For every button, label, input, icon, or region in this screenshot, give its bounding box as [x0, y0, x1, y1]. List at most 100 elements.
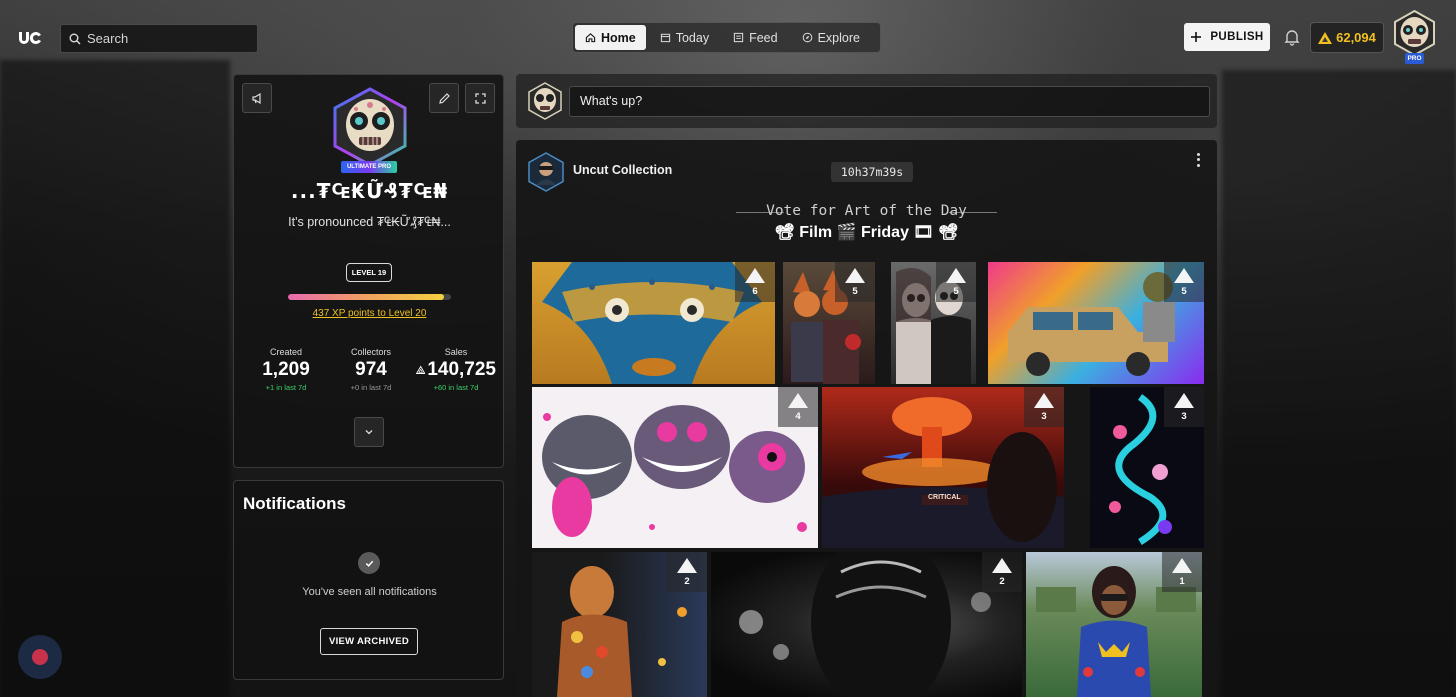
- vote-count: 2: [999, 576, 1005, 587]
- art-tile-8[interactable]: 2: [532, 552, 707, 697]
- upvote-button[interactable]: 3: [1024, 387, 1064, 427]
- calendar-icon: [660, 33, 670, 43]
- vote-count: 5: [953, 286, 959, 297]
- profile-card: ULTIMATE PRO ...₮₠₭Ữ₰₮₠₦ It's pronounced…: [233, 74, 504, 468]
- xp-to-next-level-link[interactable]: 437 XP points to Level 20: [234, 308, 505, 319]
- publish-button[interactable]: PUBLISH: [1184, 23, 1270, 51]
- stat-sales-delta: +60 in last 7d: [433, 383, 479, 392]
- art-tile-9[interactable]: 2: [711, 552, 1022, 697]
- composer-input[interactable]: What's up?: [569, 86, 1210, 117]
- edit-profile-button[interactable]: [429, 83, 459, 113]
- art-tile-7[interactable]: 3: [1090, 387, 1204, 548]
- pencil-icon: [438, 92, 450, 104]
- background-foliage-left: [0, 60, 230, 697]
- stat-created-label: Created: [269, 347, 303, 357]
- upvote-button[interactable]: 4: [778, 387, 818, 427]
- credits-balance[interactable]: 62,094: [1310, 22, 1384, 53]
- profile-bio: It's pronounced ₮₠₭Ữ₰₮₠₦...: [288, 215, 451, 229]
- vote-count: 3: [1041, 411, 1047, 422]
- record-button[interactable]: [18, 635, 62, 679]
- upvote-button[interactable]: 6: [735, 262, 775, 302]
- top-bar: Search Home Today Feed Explore PUBLISH 6…: [0, 0, 1456, 74]
- megaphone-icon: [251, 92, 261, 104]
- more-options-icon[interactable]: [1194, 152, 1202, 168]
- search-placeholder: Search: [87, 31, 129, 46]
- credits-icon: [1318, 31, 1333, 44]
- upvote-button[interactable]: 5: [936, 262, 976, 302]
- expand-icon: [474, 92, 486, 104]
- xp-progress-bar: [288, 294, 451, 300]
- art-of-the-day-post: Uncut Collection 10h37m39s Vote for Art …: [516, 140, 1217, 697]
- upvote-button[interactable]: 2: [982, 552, 1022, 592]
- profile-avatar[interactable]: [332, 87, 408, 167]
- vote-count: 4: [795, 411, 801, 422]
- upvote-button[interactable]: 3: [1164, 387, 1204, 427]
- art-tile-4[interactable]: 5: [988, 262, 1204, 384]
- stat-sales-label: Sales: [444, 347, 468, 357]
- upvote-button[interactable]: 2: [667, 552, 707, 592]
- search-input[interactable]: Search: [60, 24, 258, 53]
- level-badge: LEVEL 19: [346, 263, 392, 282]
- art-tile-2[interactable]: 5: [783, 262, 875, 384]
- art-tile-6[interactable]: CRITICAL 3: [822, 387, 1064, 548]
- upvote-button[interactable]: 5: [835, 262, 875, 302]
- stat-sales-value: 140,725: [427, 359, 496, 380]
- publish-label: PUBLISH: [1210, 31, 1264, 43]
- expand-profile-button[interactable]: [354, 417, 384, 447]
- art-tile-10[interactable]: 1: [1026, 552, 1202, 697]
- ultimate-pro-badge: ULTIMATE PRO: [341, 161, 397, 173]
- credits-icon: [416, 365, 426, 374]
- artwork-image: [542, 405, 807, 537]
- post-composer: What's up?: [516, 74, 1217, 128]
- home-icon: [585, 33, 596, 43]
- vote-subheading: 📽 Film 🎬 Friday 🎞 📽: [774, 224, 959, 241]
- notifications-panel: Notifications You've seen all notificati…: [233, 480, 504, 680]
- vote-count: 6: [752, 286, 758, 297]
- fullscreen-button[interactable]: [465, 83, 495, 113]
- bell-icon[interactable]: [1283, 28, 1301, 46]
- uc-logo[interactable]: [18, 29, 42, 47]
- composer-avatar[interactable]: [528, 82, 562, 120]
- vote-count: 3: [1181, 411, 1187, 422]
- vote-count: 5: [852, 286, 858, 297]
- tab-home[interactable]: Home: [575, 25, 646, 50]
- stat-created-delta: +1 in last 7d: [265, 383, 307, 392]
- collection-name[interactable]: Uncut Collection: [573, 163, 672, 177]
- art-tile-1[interactable]: 6: [532, 262, 775, 384]
- main-nav: Home Today Feed Explore: [572, 22, 881, 53]
- tab-explore-label: Explore: [817, 30, 860, 45]
- profile-username: ...₮₠₭Ữ₰₮₠₦: [290, 179, 449, 203]
- search-icon: [69, 33, 81, 44]
- tab-today-label: Today: [675, 30, 710, 45]
- stat-collectors-delta: +0 in last 7d: [350, 383, 392, 392]
- notifications-empty-text: You've seen all notifications: [302, 586, 437, 598]
- tab-explore[interactable]: Explore: [792, 25, 870, 50]
- announce-button[interactable]: [242, 83, 272, 113]
- upvote-button[interactable]: 5: [1164, 262, 1204, 302]
- credits-amount: 62,094: [1336, 30, 1376, 45]
- vote-count: 5: [1181, 286, 1187, 297]
- art-tile-5[interactable]: 4: [532, 387, 818, 548]
- vote-countdown-timer: 10h37m39s: [831, 162, 913, 182]
- stat-created[interactable]: Created 1,209 +1 in last 7d: [246, 347, 326, 392]
- upvote-button[interactable]: 1: [1162, 552, 1202, 592]
- tab-feed[interactable]: Feed: [723, 25, 788, 50]
- stat-sales[interactable]: Sales 140,725 +60 in last 7d: [416, 347, 496, 392]
- tab-today[interactable]: Today: [650, 25, 719, 50]
- background-foliage-right: [1222, 70, 1456, 697]
- record-dot-icon: [32, 649, 48, 665]
- user-avatar[interactable]: [1393, 9, 1436, 57]
- feed-icon: [733, 32, 744, 43]
- tab-feed-label: Feed: [749, 30, 778, 45]
- view-archived-button[interactable]: VIEW ARCHIVED: [320, 628, 418, 655]
- stat-collectors[interactable]: Collectors 974 +0 in last 7d: [331, 347, 411, 392]
- compass-icon: [802, 32, 812, 43]
- notifications-title: Notifications: [243, 494, 346, 513]
- art-tile-3[interactable]: 5: [891, 262, 976, 384]
- profile-stats: Created 1,209 +1 in last 7d Collectors 9…: [246, 347, 496, 392]
- collection-avatar[interactable]: [528, 152, 564, 192]
- critical-label: CRITICAL: [928, 494, 961, 501]
- artwork-image: [739, 552, 991, 697]
- stat-created-value: 1,209: [262, 359, 310, 380]
- pro-badge: PRO: [1405, 53, 1424, 64]
